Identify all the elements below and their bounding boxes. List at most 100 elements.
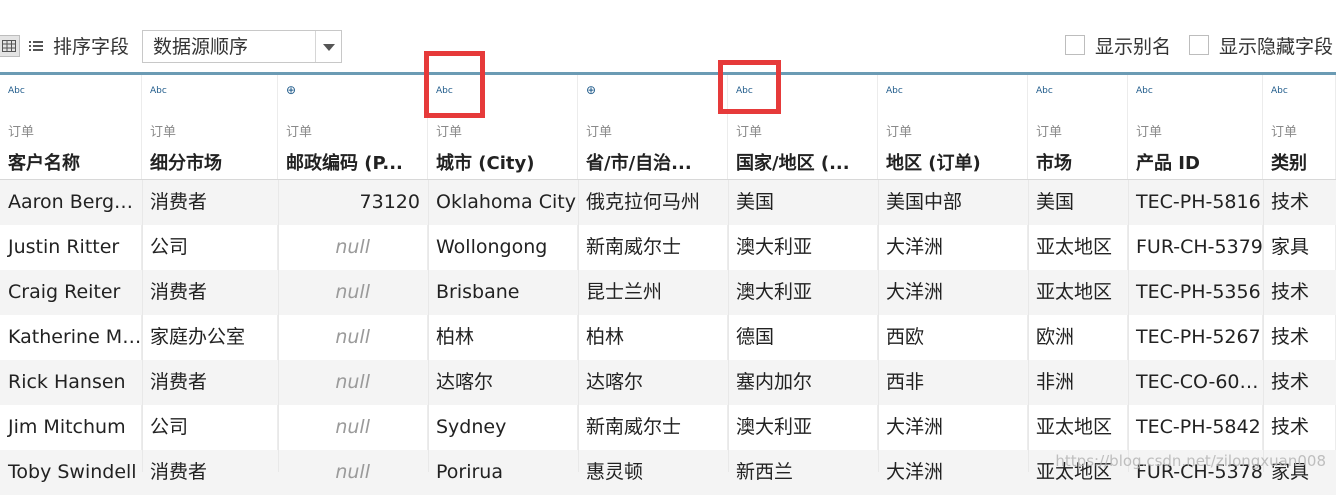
table-cell[interactable]: 消费者 <box>142 180 278 225</box>
table-cell[interactable]: 澳大利亚 <box>728 405 878 450</box>
table-cell[interactable]: 大洋洲 <box>878 450 1028 495</box>
table-row[interactable]: Katherine Mu... 家庭办公室 null 柏林 柏林 德国 西欧 欧洲 TEC-PH… <box>0 315 1336 360</box>
table-cell[interactable]: 消费者 <box>142 450 278 495</box>
column-name[interactable]: 市场 <box>1036 149 1124 175</box>
table-cell[interactable]: 技术 <box>1263 405 1336 450</box>
string-type-icon[interactable]: Abc <box>886 86 903 96</box>
table-cell[interactable]: TEC-PH-5267 <box>1128 315 1263 360</box>
column-name[interactable]: 类别 <box>1271 149 1332 175</box>
column-divider <box>1263 180 1264 472</box>
table-row[interactable]: Justin Ritter 公司 null Wollongong 新南威尔士 澳大利亚 大洋… <box>0 225 1336 270</box>
table-cell[interactable]: 俄克拉何马州 <box>578 180 728 225</box>
globe-icon[interactable]: ⊕ <box>286 83 296 97</box>
column-name[interactable]: 地区 (订单) <box>886 149 1024 175</box>
table-cell[interactable]: Justin Ritter <box>0 225 142 270</box>
chevron-down-icon[interactable] <box>323 44 335 51</box>
table-cell[interactable]: 技术 <box>1263 180 1336 225</box>
table-cell[interactable]: 柏林 <box>428 315 578 360</box>
table-cell[interactable]: 新西兰 <box>728 450 878 495</box>
table-cell[interactable]: 美国 <box>1028 180 1128 225</box>
table-row[interactable]: Rick Hansen 消费者 null 达喀尔 达喀尔 塞内加尔 西非 非洲 TEC-CO-6… <box>0 360 1336 405</box>
table-cell[interactable]: 欧洲 <box>1028 315 1128 360</box>
globe-icon[interactable]: ⊕ <box>586 83 596 97</box>
table-cell[interactable]: Aaron Bergm... <box>0 180 142 225</box>
table-cell[interactable]: 澳大利亚 <box>728 225 878 270</box>
table-cell[interactable]: 消费者 <box>142 360 278 405</box>
table-cell[interactable]: 公司 <box>142 225 278 270</box>
table-cell[interactable]: Porirua <box>428 450 578 495</box>
table-cell[interactable]: null <box>278 315 428 360</box>
table-cell[interactable]: 美国中部 <box>878 180 1028 225</box>
string-type-icon[interactable]: Abc <box>1036 86 1053 96</box>
grid-view-button[interactable] <box>0 35 20 57</box>
table-cell[interactable]: Sydney <box>428 405 578 450</box>
table-cell[interactable]: 73120 <box>278 180 428 225</box>
table-cell[interactable]: 技术 <box>1263 360 1336 405</box>
string-type-icon[interactable]: Abc <box>1136 86 1153 96</box>
table-cell[interactable]: 公司 <box>142 405 278 450</box>
column-name[interactable]: 省/市/自治... <box>586 149 724 175</box>
table-cell[interactable]: Craig Reiter <box>0 270 142 315</box>
show-hidden-fields-label: 显示隐藏字段 <box>1219 36 1334 58</box>
string-type-icon[interactable]: Abc <box>1271 86 1288 96</box>
sort-order-select[interactable]: 数据源顺序 <box>142 30 342 63</box>
table-cell[interactable]: Wollongong <box>428 225 578 270</box>
table-cell[interactable]: TEC-CO-6011 <box>1128 360 1263 405</box>
table-cell[interactable]: FUR-CH-5379 <box>1128 225 1263 270</box>
table-cell[interactable]: 西欧 <box>878 315 1028 360</box>
table-cell[interactable]: 澳大利亚 <box>728 270 878 315</box>
table-cell[interactable]: 技术 <box>1263 270 1336 315</box>
table-cell[interactable]: TEC-PH-5816 <box>1128 180 1263 225</box>
string-type-icon[interactable]: Abc <box>8 86 25 96</box>
table-cell[interactable]: TEC-PH-5842 <box>1128 405 1263 450</box>
table-cell[interactable]: Toby Swindell <box>0 450 142 495</box>
column-name[interactable]: 细分市场 <box>150 149 274 175</box>
table-row[interactable]: Aaron Bergm... 消费者 73120 Oklahoma City 俄克拉何马… <box>0 180 1336 225</box>
table-cell[interactable]: 技术 <box>1263 315 1336 360</box>
string-type-icon[interactable]: Abc <box>150 86 167 96</box>
list-view-button[interactable] <box>26 36 46 56</box>
table-row[interactable]: Craig Reiter 消费者 null Brisbane 昆士兰州 澳大利亚 大洋洲 亚太… <box>0 270 1336 315</box>
table-cell[interactable]: 亚太地区 <box>1028 225 1128 270</box>
table-cell[interactable]: 达喀尔 <box>578 360 728 405</box>
table-cell[interactable]: 消费者 <box>142 270 278 315</box>
table-cell[interactable]: 非洲 <box>1028 360 1128 405</box>
table-cell[interactable]: null <box>278 270 428 315</box>
table-cell[interactable]: Katherine Mu... <box>0 315 142 360</box>
table-cell[interactable]: null <box>278 405 428 450</box>
show-alias-checkbox[interactable] <box>1065 35 1085 55</box>
table-cell[interactable]: 大洋洲 <box>878 225 1028 270</box>
table-cell[interactable]: TEC-PH-5356 <box>1128 270 1263 315</box>
column-name[interactable]: 国家/地区 (... <box>736 149 874 175</box>
table-cell[interactable]: 新南威尔士 <box>578 225 728 270</box>
column-name[interactable]: 客户名称 <box>8 149 138 175</box>
table-cell[interactable]: 亚太地区 <box>1028 405 1128 450</box>
column-name[interactable]: 邮政编码 (P... <box>286 149 424 175</box>
table-cell[interactable]: 家具 <box>1263 225 1336 270</box>
show-hidden-fields-checkbox[interactable] <box>1189 35 1209 55</box>
table-cell[interactable]: 美国 <box>728 180 878 225</box>
column-name[interactable]: 城市 (City) <box>436 149 574 175</box>
table-cell[interactable]: 柏林 <box>578 315 728 360</box>
table-cell[interactable]: 西非 <box>878 360 1028 405</box>
table-cell[interactable]: null <box>278 225 428 270</box>
table-cell[interactable]: 惠灵顿 <box>578 450 728 495</box>
table-cell[interactable]: Rick Hansen <box>0 360 142 405</box>
table-cell[interactable]: 亚太地区 <box>1028 270 1128 315</box>
table-cell[interactable]: 新南威尔士 <box>578 405 728 450</box>
table-cell[interactable]: 达喀尔 <box>428 360 578 405</box>
table-cell[interactable]: Brisbane <box>428 270 578 315</box>
table-cell[interactable]: null <box>278 450 428 495</box>
table-cell[interactable]: 德国 <box>728 315 878 360</box>
table-cell[interactable]: Oklahoma City <box>428 180 578 225</box>
table-cell[interactable]: Jim Mitchum <box>0 405 142 450</box>
table-cell[interactable]: 大洋洲 <box>878 270 1028 315</box>
table-cell[interactable]: 大洋洲 <box>878 405 1028 450</box>
table-cell[interactable]: 家庭办公室 <box>142 315 278 360</box>
column-name[interactable]: 产品 ID <box>1136 149 1259 175</box>
table-cell[interactable]: 塞内加尔 <box>728 360 878 405</box>
table-cell[interactable]: 昆士兰州 <box>578 270 728 315</box>
show-alias-label: 显示别名 <box>1095 36 1172 58</box>
table-row[interactable]: Jim Mitchum 公司 null Sydney 新南威尔士 澳大利亚 大洋洲 亚太地区 T… <box>0 405 1336 450</box>
table-cell[interactable]: null <box>278 360 428 405</box>
